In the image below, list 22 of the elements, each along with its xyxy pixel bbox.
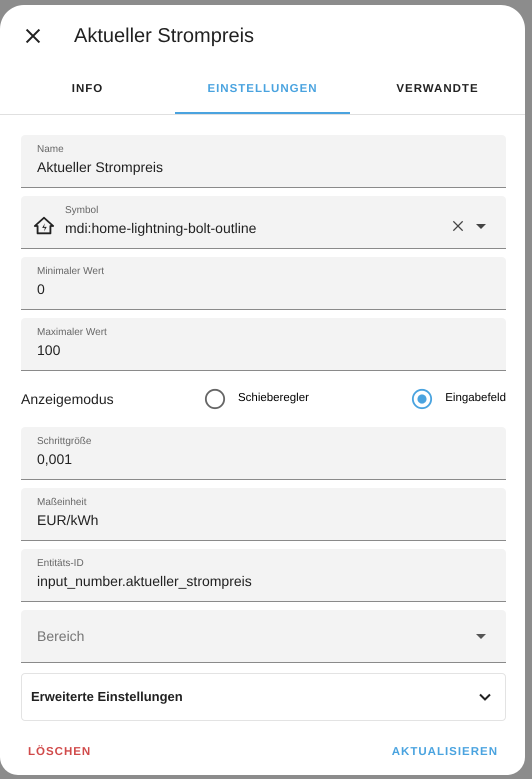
text-field[interactable]: Entitäts-ID input_number.aktueller_strompreis (21, 549, 506, 602)
clear-icon[interactable] (450, 218, 466, 234)
text-field[interactable]: Maßeinheit EUR/kWh (21, 488, 506, 541)
delete-button[interactable]: LÖSCHEN (28, 740, 92, 765)
radio-icon[interactable] (411, 388, 434, 410)
dropdown-caret-icon[interactable] (476, 224, 486, 228)
radio-group-label: Anzeigemodus (21, 390, 115, 409)
expander-panel[interactable]: Erweiterte Einstellungen (21, 673, 506, 721)
select-field[interactable]: Bereich (21, 610, 506, 663)
text-field[interactable]: Maximaler Wert 100 (21, 318, 506, 371)
tab[interactable]: VERWANDTE (350, 67, 525, 114)
text-field[interactable]: Symbol mdi:home-lightning-bolt-outline (21, 196, 506, 249)
radio-option[interactable]: Schieberegler (204, 388, 309, 410)
text-field[interactable]: Schrittgröße 0,001 (21, 427, 506, 480)
text-field[interactable]: Minimaler Wert 0 (21, 257, 506, 310)
radio-option[interactable]: Eingabefeld (411, 388, 506, 410)
radio-icon[interactable] (204, 388, 226, 410)
text-field[interactable]: Name Aktueller Strompreis (21, 135, 506, 188)
house-icon (33, 215, 55, 237)
tab[interactable]: INFO (0, 67, 175, 114)
dialog-title: Aktueller Strompreis (74, 24, 254, 49)
dropdown-caret-icon (476, 634, 486, 638)
